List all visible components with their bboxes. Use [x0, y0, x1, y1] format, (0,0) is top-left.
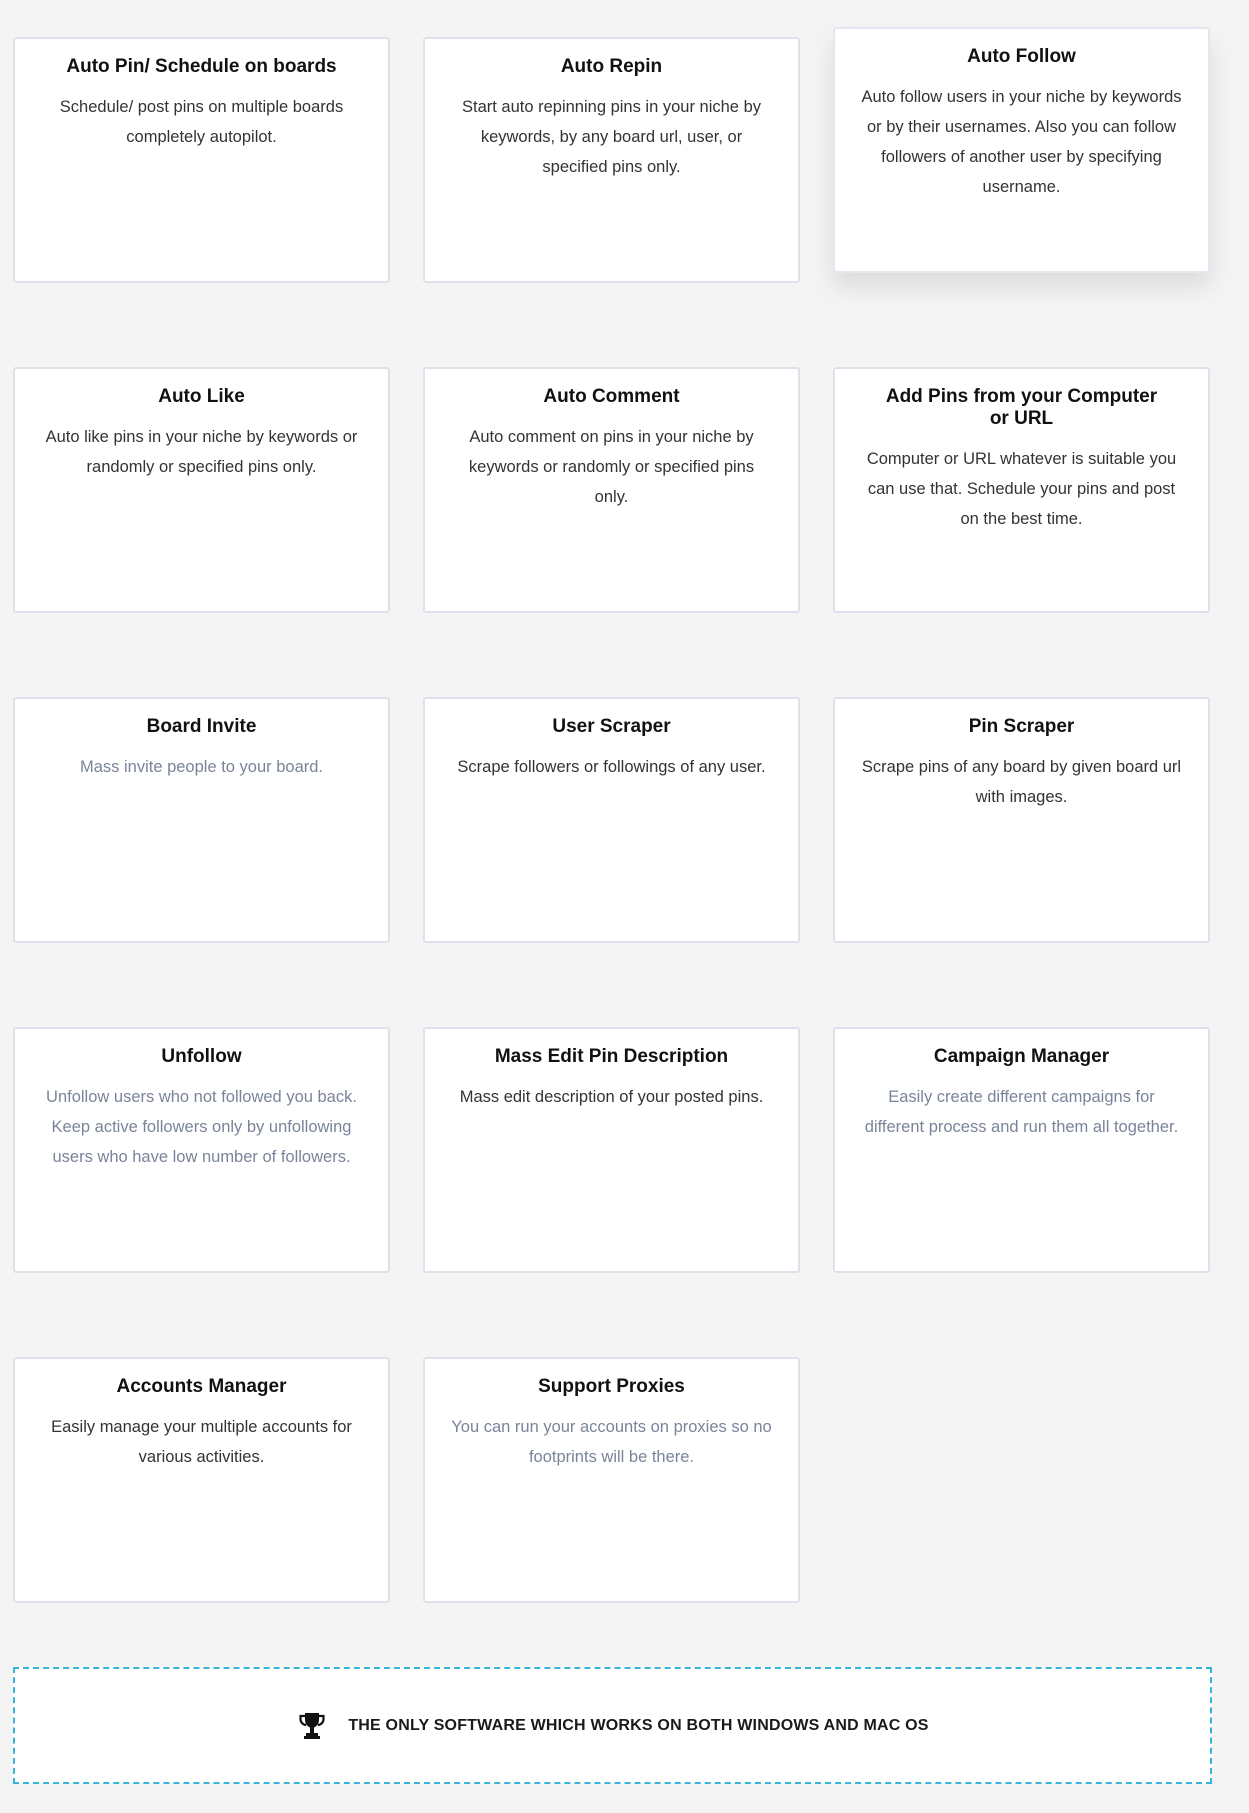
feature-description: Auto comment on pins in your niche by ke… [468, 428, 755, 506]
feature-card-pin-scraper: Pin Scraper Scrape pins of any board by … [833, 697, 1210, 943]
feature-description: Auto follow users in your niche by keywo… [861, 88, 1182, 196]
feature-title: Pin Scraper [968, 716, 1075, 737]
feature-description: You can run your accounts on proxies so … [451, 1418, 772, 1466]
feature-card-unfollow: Unfollow Unfollow users who not followed… [13, 1027, 390, 1273]
feature-description: Mass invite people to your board. [79, 758, 324, 776]
feature-title: Campaign Manager [933, 1046, 1110, 1067]
feature-title: Auto Repin [560, 56, 663, 77]
feature-title: User Scraper [552, 716, 671, 737]
feature-description: Easily create different campaigns for di… [864, 1088, 1179, 1136]
feature-card-accounts-manager: Accounts Manager Easily manage your mult… [13, 1357, 390, 1603]
feature-title: Mass Edit Pin Description [494, 1046, 729, 1067]
feature-card-auto-pin: Auto Pin/ Schedule on boards Schedule/ p… [13, 37, 390, 283]
compatibility-banner: THE ONLY SOFTWARE WHICH WORKS ON BOTH WI… [13, 1667, 1212, 1784]
feature-card-mass-edit: Mass Edit Pin Description Mass edit desc… [423, 1027, 800, 1273]
banner-text: THE ONLY SOFTWARE WHICH WORKS ON BOTH WI… [348, 1716, 929, 1734]
feature-title: Support Proxies [538, 1376, 685, 1397]
feature-title: Auto Comment [543, 386, 680, 407]
feature-title: Unfollow [161, 1046, 242, 1067]
feature-card-user-scraper: User Scraper Scrape followers or followi… [423, 697, 800, 943]
feature-title: Auto Pin/ Schedule on boards [66, 56, 337, 77]
feature-description: Mass edit description of your posted pin… [459, 1088, 764, 1106]
feature-description: Scrape followers or followings of any us… [457, 758, 766, 776]
feature-description: Easily manage your multiple accounts for… [51, 1418, 352, 1466]
feature-card-auto-comment: Auto Comment Auto comment on pins in you… [423, 367, 800, 613]
feature-description: Computer or URL whatever is suitable you… [866, 450, 1177, 528]
feature-card-board-invite: Board Invite Mass invite people to your … [13, 697, 390, 943]
feature-description: Scrape pins of any board by given board … [861, 758, 1182, 806]
trophy-icon [296, 1710, 328, 1742]
feature-title: Add Pins from your Computer or URL [885, 386, 1158, 429]
feature-description: Auto like pins in your niche by keywords… [45, 428, 358, 476]
feature-description: Schedule/ post pins on multiple boards c… [59, 98, 344, 146]
feature-card-campaign-manager: Campaign Manager Easily create different… [833, 1027, 1210, 1273]
feature-title: Accounts Manager [116, 1376, 287, 1397]
feature-description: Unfollow users who not followed you back… [46, 1088, 357, 1166]
feature-card-auto-follow: Auto Follow Auto follow users in your ni… [833, 27, 1210, 273]
feature-description: Start auto repinning pins in your niche … [461, 98, 761, 176]
feature-card-support-proxies: Support Proxies You can run your account… [423, 1357, 800, 1603]
feature-title: Auto Like [158, 386, 245, 407]
feature-title: Auto Follow [967, 46, 1076, 67]
feature-title: Board Invite [146, 716, 257, 737]
feature-card-add-pins: Add Pins from your Computer or URL Compu… [833, 367, 1210, 613]
feature-card-auto-repin: Auto Repin Start auto repinning pins in … [423, 37, 800, 283]
feature-card-auto-like: Auto Like Auto like pins in your niche b… [13, 367, 390, 613]
